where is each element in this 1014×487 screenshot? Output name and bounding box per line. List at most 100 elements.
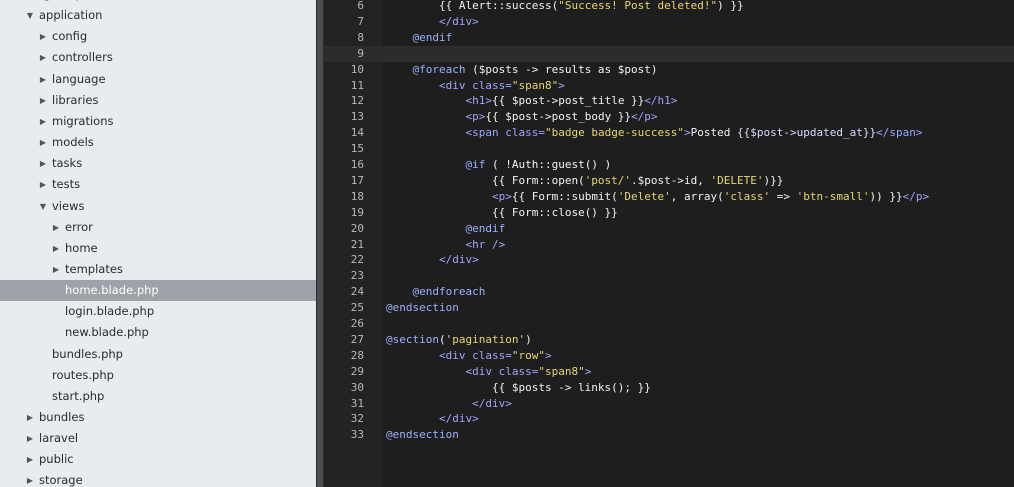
code-token: "badge badge-success" bbox=[544, 126, 685, 140]
tree-file-login.blade.php[interactable]: login.blade.php bbox=[0, 301, 316, 322]
code-line[interactable]: 32 </div> bbox=[324, 411, 1014, 427]
code-line[interactable]: 13 <p>{{ $post->post_body }}</p> bbox=[324, 109, 1014, 125]
disclosure-closed-icon[interactable]: ▶ bbox=[25, 428, 35, 449]
code-line[interactable]: 19 {{ Form::close() }} bbox=[324, 205, 1014, 221]
tree-file-routes.php[interactable]: routes.php bbox=[0, 365, 316, 386]
code-token: {{ $post->post_body }} bbox=[485, 110, 632, 124]
disclosure-closed-icon[interactable]: ▶ bbox=[51, 217, 61, 238]
code-text: @endsection bbox=[386, 300, 459, 316]
code-line[interactable]: 25 @endsection bbox=[324, 300, 1014, 316]
code-editor[interactable]: 6 {{ Alert::success("Success! Post delet… bbox=[324, 0, 1014, 487]
line-number: 13 bbox=[350, 110, 364, 124]
disclosure-closed-icon[interactable]: ▶ bbox=[38, 174, 48, 195]
line-number: 31 bbox=[350, 396, 364, 410]
disclosure-closed-icon[interactable]: ▶ bbox=[38, 90, 48, 111]
code-text: <div class="row"> bbox=[386, 348, 552, 364]
disclosure-closed-icon[interactable]: ▶ bbox=[38, 47, 48, 68]
disclosure-closed-icon[interactable]: ▶ bbox=[25, 449, 35, 470]
code-token: </div> bbox=[438, 412, 479, 426]
tree-file-start.php[interactable]: start.php bbox=[0, 386, 316, 407]
tree-folder-views[interactable]: ▼ views bbox=[0, 196, 316, 217]
disclosure-open-icon[interactable]: ▼ bbox=[25, 5, 35, 26]
code-text: {{ Form::open('post/'.$post->id, 'DELETE… bbox=[386, 173, 783, 189]
code-line[interactable]: 15 bbox=[324, 141, 1014, 157]
code-line[interactable]: 21 <hr /> bbox=[324, 237, 1014, 253]
disclosure-closed-icon[interactable]: ▶ bbox=[38, 132, 48, 153]
disclosure-closed-icon[interactable]: ▶ bbox=[51, 259, 61, 280]
code-text: </div> bbox=[386, 14, 479, 30]
disclosure-closed-icon[interactable]: ▶ bbox=[38, 26, 48, 47]
code-line[interactable]: 23 bbox=[324, 268, 1014, 284]
code-line[interactable]: 7 </div> bbox=[324, 14, 1014, 30]
tree-folder-libraries[interactable]: ▶ libraries bbox=[0, 90, 316, 111]
disclosure-closed-icon[interactable]: ▶ bbox=[25, 407, 35, 428]
tree-folder-home[interactable]: ▶ home bbox=[0, 238, 316, 259]
code-line[interactable]: 10 @foreach ($posts -> results as $post) bbox=[324, 62, 1014, 78]
tree-file-bundles.php[interactable]: bundles.php bbox=[0, 344, 316, 365]
code-line[interactable]: 28 <div class="row"> bbox=[324, 348, 1014, 364]
code-text: </div> bbox=[386, 252, 479, 268]
tree-item-label: routes.php bbox=[52, 367, 114, 382]
code-line[interactable]: 33 @endsection bbox=[324, 427, 1014, 443]
code-line[interactable]: 18 <p>{{ Form::submit('Delete', array('c… bbox=[324, 189, 1014, 205]
code-token: Posted bbox=[690, 126, 738, 140]
code-line[interactable]: 22 </div> bbox=[324, 252, 1014, 268]
code-token: </p> bbox=[902, 189, 930, 203]
code-line[interactable]: 17 {{ Form::open('post/'.$post->id, 'DEL… bbox=[324, 173, 1014, 189]
code-token: > bbox=[544, 348, 552, 362]
tree-folder-application[interactable]: ▼ application bbox=[0, 5, 316, 26]
tree-folder-language[interactable]: ▶ language bbox=[0, 69, 316, 90]
line-number: 29 bbox=[350, 364, 364, 378]
tree-folder-storage[interactable]: ▶ storage bbox=[0, 470, 316, 487]
tree-folder-migrations[interactable]: ▶ migrations bbox=[0, 111, 316, 132]
tree-folder-controllers[interactable]: ▶ controllers bbox=[0, 47, 316, 68]
code-line[interactable]: 31 </div> bbox=[324, 396, 1014, 412]
code-token: ) }} bbox=[717, 0, 744, 12]
code-token: @endsection bbox=[386, 301, 459, 315]
tree-item-label: error bbox=[65, 219, 93, 234]
disclosure-closed-icon[interactable]: ▶ bbox=[51, 238, 61, 259]
tree-folder-config[interactable]: ▶ config bbox=[0, 26, 316, 47]
code-line[interactable]: 26 bbox=[324, 316, 1014, 332]
code-line[interactable]: 16 @if ( !Auth::guest() ) bbox=[324, 157, 1014, 173]
disclosure-open-icon[interactable]: ▼ bbox=[38, 196, 48, 217]
tree-folder-public[interactable]: ▶ public bbox=[0, 449, 316, 470]
tree-folder-templates[interactable]: ▶ templates bbox=[0, 259, 316, 280]
code-line[interactable]: 11 <div class="span8"> bbox=[324, 78, 1014, 94]
code-line[interactable]: 8 @endif bbox=[324, 30, 1014, 46]
line-number: 17 bbox=[350, 173, 364, 187]
tree-folder-tasks[interactable]: ▶ tasks bbox=[0, 153, 316, 174]
tree-folder-laravel[interactable]: ▶ laravel bbox=[0, 428, 316, 449]
code-line[interactable]: 24 @endforeach bbox=[324, 284, 1014, 300]
code-token: @endif bbox=[412, 30, 453, 44]
disclosure-closed-icon[interactable]: ▶ bbox=[38, 111, 48, 132]
code-token: 'btn-small' bbox=[796, 189, 870, 203]
code-line[interactable]: 9 bbox=[324, 45, 1014, 62]
tree-file-home.blade.php[interactable]: home.blade.php bbox=[0, 280, 316, 302]
code-token: .$post->id, bbox=[631, 173, 711, 187]
pane-divider[interactable] bbox=[316, 0, 324, 487]
tree-folder-bundles[interactable]: ▶ bundles bbox=[0, 407, 316, 428]
code-text: @section('pagination') bbox=[386, 332, 532, 348]
code-token: @endif bbox=[465, 221, 506, 235]
tree-item-label: bundles bbox=[39, 410, 85, 424]
code-line[interactable]: 20 @endif bbox=[324, 221, 1014, 237]
tree-folder-models[interactable]: ▶ models bbox=[0, 132, 316, 153]
code-token: ($posts -> results as $post) bbox=[465, 62, 658, 76]
code-line[interactable]: 14 <span class="badge badge-success">Pos… bbox=[324, 125, 1014, 141]
disclosure-closed-icon[interactable]: ▶ bbox=[38, 153, 48, 174]
tree-folder-tests[interactable]: ▶ tests bbox=[0, 174, 316, 195]
code-line[interactable]: 27 @section('pagination') bbox=[324, 332, 1014, 348]
line-number: 15 bbox=[350, 142, 364, 156]
code-line[interactable]: 30 {{ $posts -> links(); }} bbox=[324, 380, 1014, 396]
code-text: <div class="span8"> bbox=[386, 78, 565, 94]
tree-item-label: login.blade.php bbox=[65, 304, 155, 319]
tree-folder-error[interactable]: ▶ error bbox=[0, 217, 316, 238]
disclosure-closed-icon[interactable]: ▶ bbox=[38, 69, 48, 90]
tree-file-new.blade.php[interactable]: new.blade.php bbox=[0, 322, 316, 343]
code-line[interactable]: 12 <h1>{{ $post->post_title }}</h1> bbox=[324, 93, 1014, 109]
code-line[interactable]: 6 {{ Alert::success("Success! Post delet… bbox=[324, 0, 1014, 14]
tree-item-label: bundles.php bbox=[52, 346, 123, 361]
disclosure-closed-icon[interactable]: ▶ bbox=[25, 470, 35, 487]
code-line[interactable]: 29 <div class="span8"> bbox=[324, 364, 1014, 380]
